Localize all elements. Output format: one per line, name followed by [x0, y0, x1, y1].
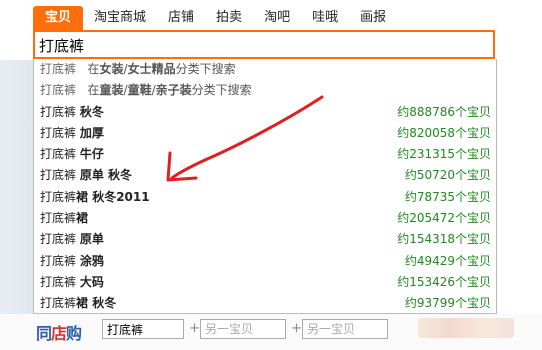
category-suggestion[interactable]: 打底裤 在童装/童鞋/亲子装分类下搜索	[34, 80, 496, 101]
tab-huabao[interactable]: 画报	[349, 6, 397, 30]
suggestion-row[interactable]: 打底裤裙 秋冬2011 约78735个宝贝	[34, 187, 496, 208]
suggestion-base: 打底裤	[40, 104, 77, 119]
suggestion-row[interactable]: 打底裤 原单 约154318个宝贝	[34, 229, 496, 250]
suggestion-extra: 大码	[79, 274, 104, 289]
tab-baobei[interactable]: 宝贝	[33, 6, 84, 30]
search-tabs: 宝贝 淘宝商城 店铺 拍卖 淘吧 哇哦 画报	[33, 6, 397, 30]
same-store-input-3[interactable]	[302, 319, 388, 339]
suggestion-base: 打底裤	[40, 147, 77, 162]
tab-auction[interactable]: 拍卖	[205, 6, 253, 30]
blurred-region	[418, 318, 514, 338]
suggestion-base: 打底裤	[40, 125, 77, 140]
suggestion-row[interactable]: 打底裤 涂鸦 约49429个宝贝	[34, 251, 496, 272]
suggestion-row[interactable]: 打底裤 秋冬 约888786个宝贝	[34, 102, 496, 123]
search-box	[33, 30, 495, 59]
category-name: 亲子装	[155, 83, 192, 98]
category-suggestion[interactable]: 打底裤 在女装/女士精品分类下搜索	[34, 59, 496, 80]
result-count: 约154318个宝贝	[397, 232, 491, 247]
category-name: 童鞋	[127, 83, 152, 98]
plus-sign: +	[189, 321, 200, 336]
suggestion-base: 打底裤	[40, 296, 77, 311]
tab-taoba[interactable]: 淘吧	[253, 6, 301, 30]
category-name: 童装	[99, 83, 124, 98]
tab-shops[interactable]: 店铺	[157, 6, 205, 30]
result-count: 约153426个宝贝	[397, 274, 491, 289]
category-name: 女士精品	[127, 62, 176, 76]
suggestion-base: 打底裤	[40, 168, 77, 183]
category-prefix: 在	[87, 83, 100, 98]
suggestion-base: 打底裤	[40, 274, 77, 289]
suggestion-base: 打底裤	[40, 232, 77, 247]
suggestion-base: 打底裤	[40, 189, 77, 204]
suggestion-extra: 裙 秋冬	[76, 296, 117, 311]
suggestion-extra: 秋冬	[79, 104, 104, 119]
background-edge	[0, 60, 33, 314]
suggestion-row[interactable]: 打底裤裙 约205472个宝贝	[34, 208, 496, 229]
suggestion-extra: 裙 秋冬2011	[76, 189, 150, 204]
suggestion-term: 打底裤	[40, 62, 77, 76]
suggestion-term: 打底裤	[40, 83, 77, 98]
result-count: 约231315个宝贝	[397, 147, 491, 162]
suggestion-extra: 原单 秋冬	[79, 168, 133, 183]
suggestion-row[interactable]: 打底裤 加厚 约820058个宝贝	[34, 123, 496, 144]
same-store-logo: 同店购	[36, 324, 82, 343]
category-suffix: 分类下搜索	[191, 83, 252, 98]
result-count: 约49429个宝贝	[404, 253, 491, 268]
tab-tmall[interactable]: 淘宝商城	[83, 6, 157, 30]
suggestion-row[interactable]: 打底裤 牛仔 约231315个宝贝	[34, 144, 496, 165]
same-store-input-1[interactable]	[102, 319, 184, 339]
suggestion-extra: 加厚	[79, 125, 104, 140]
result-count: 约78735个宝贝	[404, 189, 491, 204]
suggestion-base: 打底裤	[40, 211, 77, 226]
search-input[interactable]	[39, 35, 479, 55]
suggestion-base: 打底裤	[40, 253, 77, 268]
suggestion-row[interactable]: 打底裤 原单 秋冬 约50720个宝贝	[34, 165, 496, 186]
suggestion-dropdown: 打底裤 在女装/女士精品分类下搜索 打底裤 在童装/童鞋/亲子装分类下搜索 打底…	[33, 59, 497, 314]
suggestion-row[interactable]: 打底裤 大码 约153426个宝贝	[34, 272, 496, 293]
result-count: 约93799个宝贝	[404, 296, 491, 311]
plus-sign: +	[291, 321, 302, 336]
result-count: 约50720个宝贝	[404, 168, 491, 183]
suggestion-extra: 原单	[79, 232, 104, 247]
same-store-input-2[interactable]	[200, 319, 286, 339]
result-count: 约888786个宝贝	[397, 104, 491, 119]
tab-wao[interactable]: 哇哦	[301, 6, 349, 30]
suggestion-extra: 牛仔	[79, 147, 104, 162]
suggestion-row[interactable]: 打底裤裙 秋冬 约93799个宝贝	[34, 293, 496, 313]
category-suffix: 分类下搜索	[175, 62, 236, 76]
suggestion-extra: 裙	[76, 211, 89, 226]
suggestion-extra: 涂鸦	[79, 253, 104, 268]
result-count: 约205472个宝贝	[397, 211, 491, 226]
category-prefix: 在	[87, 62, 100, 76]
result-count: 约820058个宝贝	[397, 125, 491, 140]
category-name: 女装	[99, 62, 124, 76]
